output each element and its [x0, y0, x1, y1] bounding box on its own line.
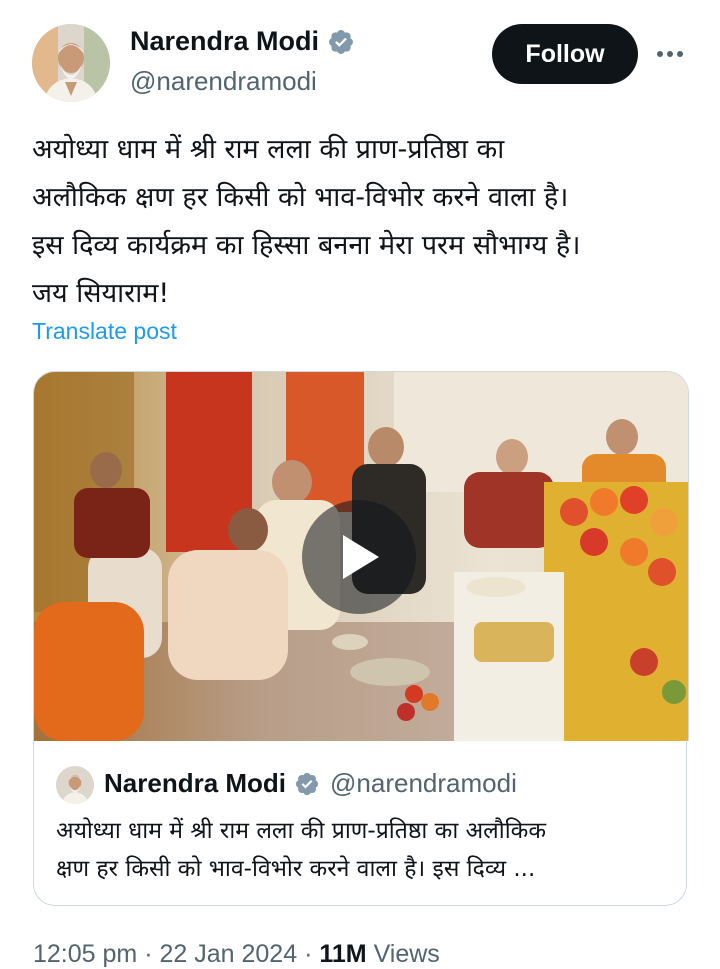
quoted-author-handle: @narendramodi — [330, 768, 517, 798]
more-dot — [677, 51, 683, 57]
translate-post-link[interactable]: Translate post — [32, 318, 177, 345]
post-header: Narendra Modi @narendramodi Follow — [0, 0, 720, 110]
more-dot — [667, 51, 673, 57]
views-label: Views — [373, 940, 440, 968]
author-display-name[interactable]: Narendra Modi — [130, 26, 319, 57]
author-handle[interactable]: @narendramodi — [130, 66, 317, 97]
more-options-icon[interactable] — [652, 40, 688, 68]
quoted-author-avatar — [56, 766, 94, 804]
post-text: अयोध्या धाम में श्री राम लला की प्राण-प्… — [32, 126, 692, 318]
post-text-line: अयोध्या धाम में श्री राम लला की प्राण-प्… — [32, 134, 505, 165]
post-time[interactable]: 12:05 pm — [33, 940, 137, 968]
quoted-post-text: अयोध्या धाम में श्री राम लला की प्राण-प्… — [56, 812, 666, 888]
post-text-line: इस दिव्य कार्यक्रम का हिस्सा बनना मेरा प… — [32, 230, 581, 261]
post-text-line: अलौकिक क्षण हर किसी को भाव-विभोर करने वा… — [32, 182, 569, 213]
quoted-author-row: Narendra Modi @narendramodi — [104, 768, 517, 799]
post-date[interactable]: 22 Jan 2024 — [159, 940, 297, 968]
quoted-author-name: Narendra Modi — [104, 768, 287, 798]
author-avatar[interactable] — [32, 24, 110, 102]
more-dot — [657, 51, 663, 57]
post-text-line: जय सियाराम! — [32, 278, 170, 309]
views-count: 11M — [319, 940, 367, 968]
quoted-text-line: क्षण हर किसी को भाव-विभोर करने वाला है। … — [56, 856, 536, 882]
play-triangle — [343, 535, 379, 579]
quoted-post[interactable]: Narendra Modi @narendramodi अयोध्या धाम … — [33, 740, 687, 906]
play-icon[interactable] — [302, 500, 416, 614]
separator: · — [304, 940, 313, 968]
author-name-row: Narendra Modi — [130, 26, 355, 57]
separator: · — [144, 940, 153, 968]
verified-badge-icon — [329, 29, 353, 54]
quoted-text-line: अयोध्या धाम में श्री राम लला की प्राण-प्… — [56, 818, 547, 844]
follow-button[interactable]: Follow — [492, 24, 638, 84]
verified-badge-icon — [295, 772, 319, 795]
post-metadata: 12:05 pm · 22 Jan 2024 · 11M Views — [33, 940, 440, 969]
